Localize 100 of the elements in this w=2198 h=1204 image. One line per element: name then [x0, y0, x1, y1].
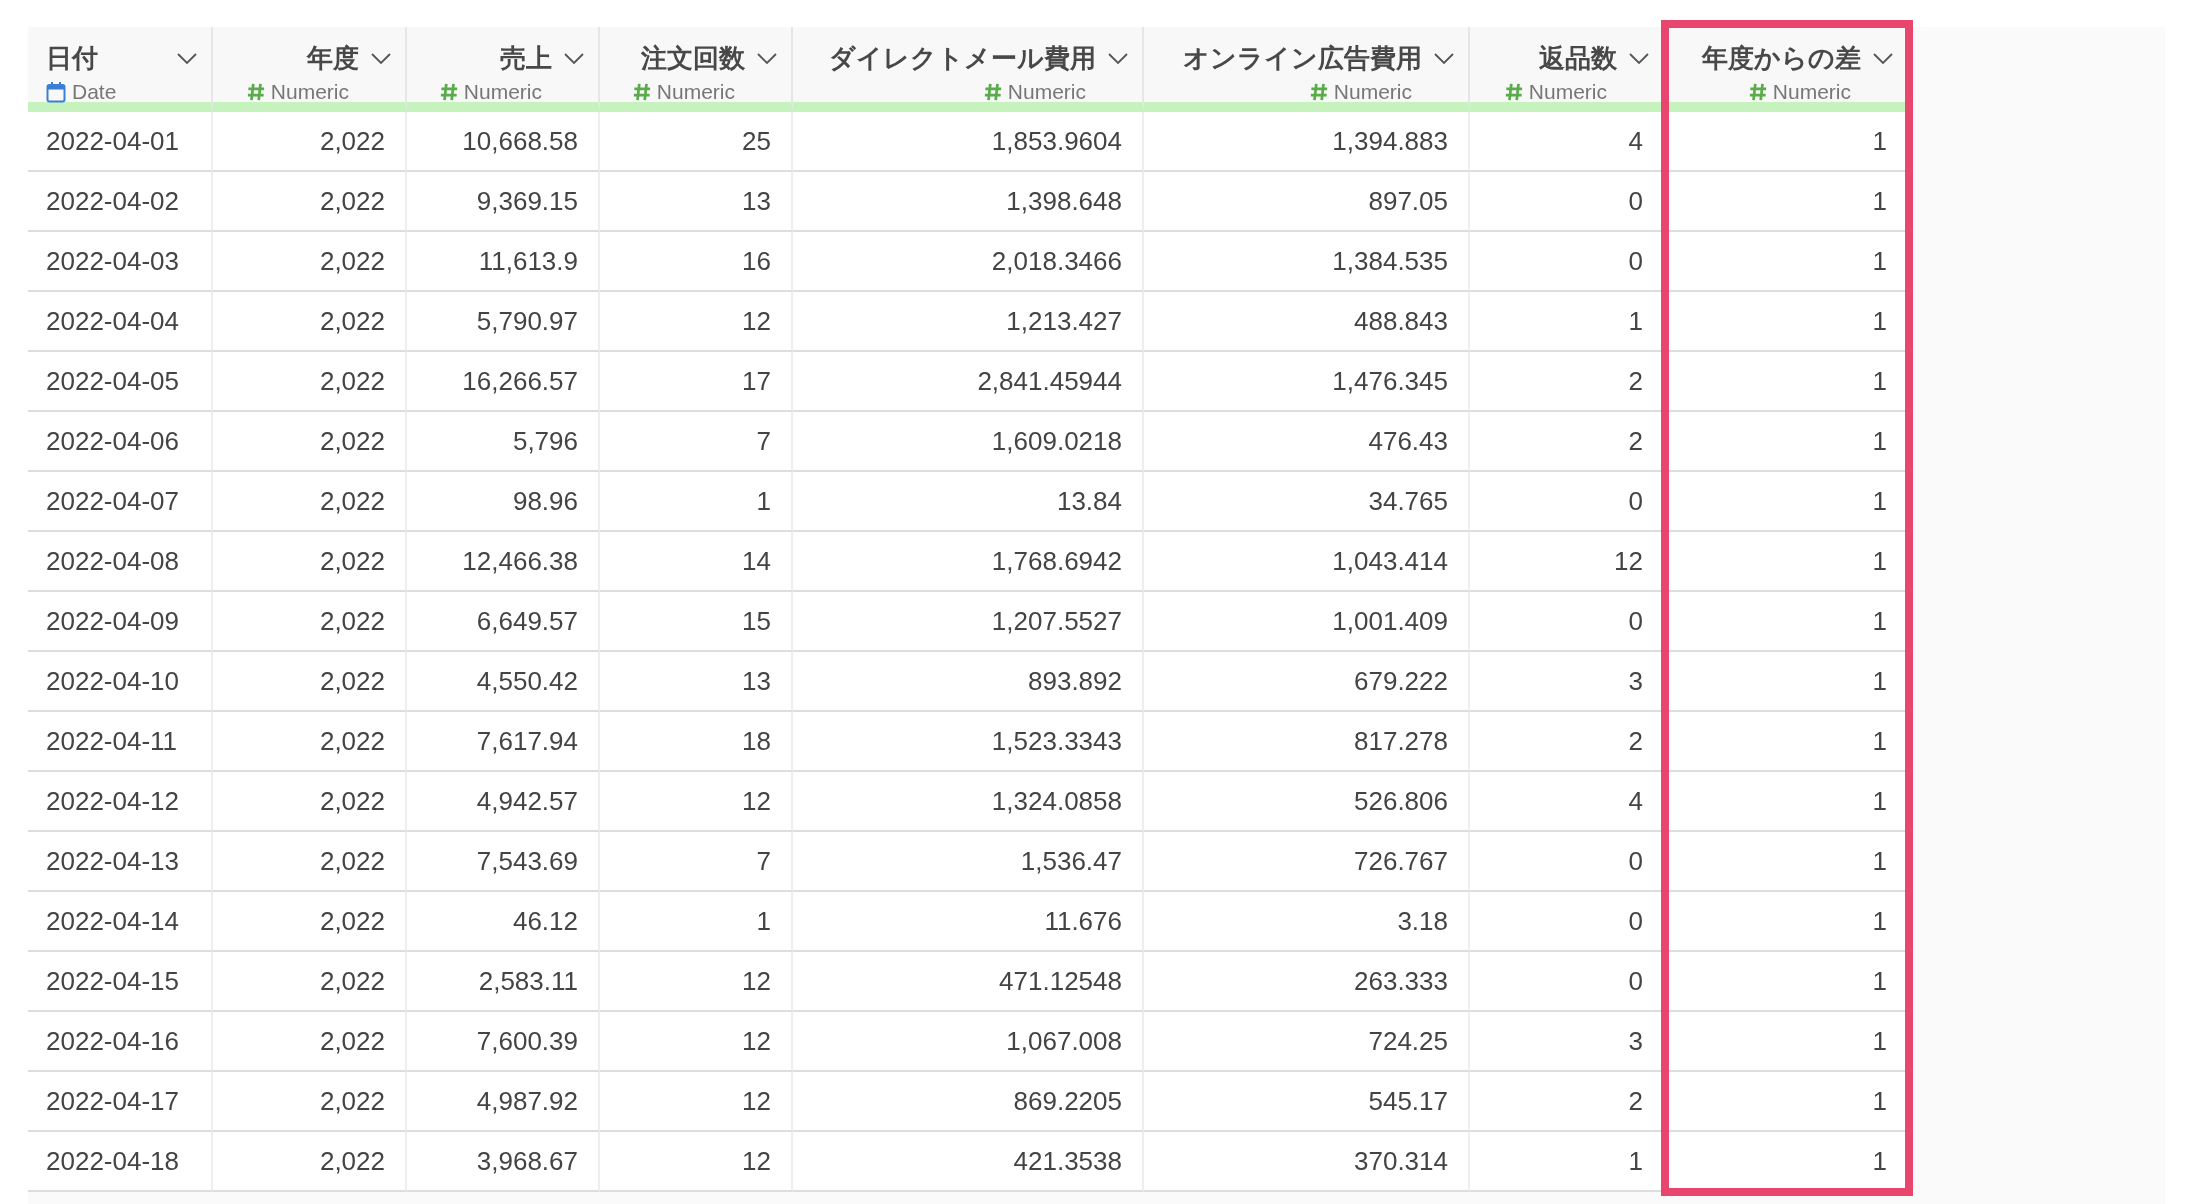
table-cell: 869.2205	[793, 1072, 1144, 1132]
table-cell: 3.18	[1144, 892, 1470, 952]
chevron-down-icon[interactable]	[564, 52, 584, 65]
table-cell: 12,466.38	[407, 532, 600, 592]
column-type: Numeric	[1007, 80, 1086, 104]
table-cell: 2022-04-03	[28, 232, 213, 292]
table-cell: 2022-04-14	[28, 892, 213, 952]
table-cell: 13	[600, 652, 793, 712]
table-cell: 2,022	[213, 1132, 407, 1192]
table-cell: 471.12548	[793, 952, 1144, 1012]
calendar-icon	[46, 81, 66, 103]
table-cell: 1	[1665, 1072, 1909, 1132]
hash-icon	[246, 83, 265, 101]
table-cell: 3	[1470, 1012, 1665, 1072]
column-name: 売上	[500, 42, 552, 75]
table-cell: 5,790.97	[407, 292, 600, 352]
table-cell: 1	[1665, 892, 1909, 952]
table-cell: 2,022	[213, 712, 407, 772]
column-name: 返品数	[1539, 42, 1617, 75]
table-cell: 1	[1665, 952, 1909, 1012]
table-cell: 2,022	[213, 112, 407, 172]
table-cell: 13.84	[793, 472, 1144, 532]
chevron-down-icon[interactable]	[371, 52, 391, 65]
table-cell: 2,022	[213, 952, 407, 1012]
table-cell: 1	[1665, 592, 1909, 652]
table-cell: 3	[1470, 652, 1665, 712]
chevron-down-icon[interactable]	[1873, 52, 1893, 65]
table-cell: 2,022	[213, 772, 407, 832]
table-cell: 2022-04-18	[28, 1132, 213, 1192]
table-cell: 2022-04-04	[28, 292, 213, 352]
column-type: Numeric	[656, 80, 735, 104]
chevron-down-icon[interactable]	[1629, 52, 1649, 65]
table-cell: 1,384.535	[1144, 232, 1470, 292]
table-cell: 7,543.69	[407, 832, 600, 892]
table-cell: 2022-04-05	[28, 352, 213, 412]
column-name: オンライン広告費用	[1183, 42, 1422, 75]
table-cell: 98.96	[407, 472, 600, 532]
table-cell: 1,768.6942	[793, 532, 1144, 592]
table-cell: 679.222	[1144, 652, 1470, 712]
table-cell: 2022-04-12	[28, 772, 213, 832]
table-cell: 2,022	[213, 832, 407, 892]
table-cell: 1	[1665, 1132, 1909, 1192]
table-cell: 2022-04-06	[28, 412, 213, 472]
table-cell: 1	[1470, 292, 1665, 352]
table-cell: 2,022	[213, 532, 407, 592]
table-cell: 1,394.883	[1144, 112, 1470, 172]
hash-icon	[1748, 83, 1767, 101]
table-cell: 4	[1470, 112, 1665, 172]
hash-icon	[632, 83, 651, 101]
table-cell: 724.25	[1144, 1012, 1470, 1072]
table-cell: 526.806	[1144, 772, 1470, 832]
column-type: Numeric	[1528, 80, 1607, 104]
table-cell: 12	[600, 1012, 793, 1072]
chevron-down-icon[interactable]	[1108, 52, 1128, 65]
table-cell: 9,369.15	[407, 172, 600, 232]
table-cell: 1	[1665, 532, 1909, 592]
table-cell: 1	[1665, 1012, 1909, 1072]
table-cell: 2022-04-09	[28, 592, 213, 652]
table-cell: 11,613.9	[407, 232, 600, 292]
table-cell: 1	[1665, 412, 1909, 472]
table-cell: 1,523.3343	[793, 712, 1144, 772]
column-name: 年度	[307, 42, 359, 75]
table-cell: 12	[600, 952, 793, 1012]
table-cell: 1	[1665, 472, 1909, 532]
column-name: 日付	[46, 42, 98, 75]
table-cell: 263.333	[1144, 952, 1470, 1012]
table-cell: 2022-04-16	[28, 1012, 213, 1072]
table-cell: 2	[1470, 1072, 1665, 1132]
chevron-down-icon[interactable]	[757, 52, 777, 65]
column-name: 注文回数	[641, 42, 745, 75]
table-cell: 1	[1665, 652, 1909, 712]
table-cell: 13	[600, 172, 793, 232]
table-cell: 2022-04-11	[28, 712, 213, 772]
hash-icon	[1309, 83, 1328, 101]
table-cell: 1	[1665, 712, 1909, 772]
table-cell: 726.767	[1144, 832, 1470, 892]
table-cell: 1,067.008	[793, 1012, 1144, 1072]
chevron-down-icon[interactable]	[177, 52, 197, 65]
table-cell: 1	[600, 472, 793, 532]
column-name: ダイレクトメール費用	[829, 42, 1096, 75]
table-cell: 12	[600, 1132, 793, 1192]
table-cell: 1,853.9604	[793, 112, 1144, 172]
hash-icon	[439, 83, 458, 101]
table-cell: 4,942.57	[407, 772, 600, 832]
table-cell: 0	[1470, 832, 1665, 892]
table-cell: 545.17	[1144, 1072, 1470, 1132]
table-cell: 0	[1470, 892, 1665, 952]
table-cell: 1,213.427	[793, 292, 1144, 352]
table-cell: 817.278	[1144, 712, 1470, 772]
table-cell: 11.676	[793, 892, 1144, 952]
table-cell: 2022-04-10	[28, 652, 213, 712]
table-cell: 1	[1665, 352, 1909, 412]
table-cell: 2,022	[213, 352, 407, 412]
table-cell: 46.12	[407, 892, 600, 952]
column-name: 年度からの差	[1702, 42, 1861, 75]
column-type: Date	[72, 80, 117, 104]
table-cell: 12	[600, 1072, 793, 1132]
chevron-down-icon[interactable]	[1434, 52, 1454, 65]
table-cell: 10,668.58	[407, 112, 600, 172]
table-cell: 421.3538	[793, 1132, 1144, 1192]
